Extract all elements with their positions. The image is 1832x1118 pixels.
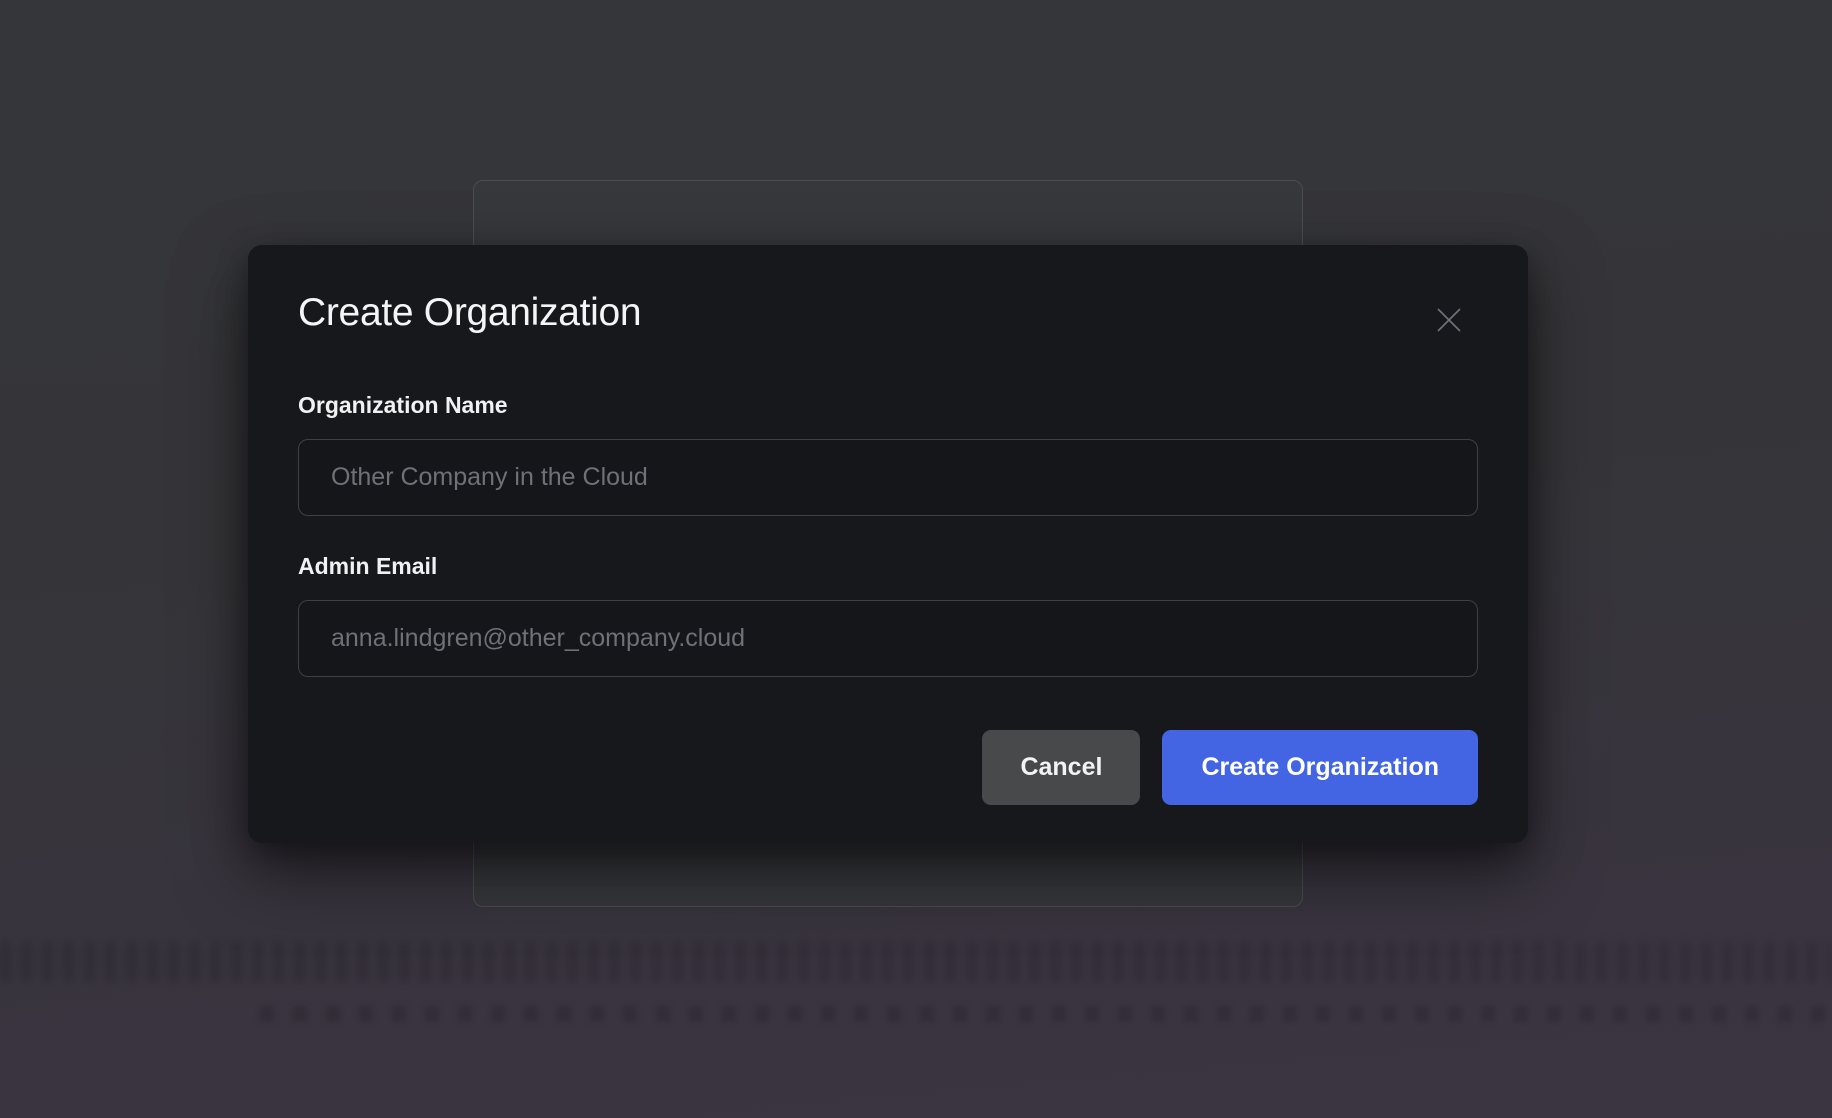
create-organization-dialog: Create Organization Organization Name Ad… [248, 245, 1528, 843]
page-background: Create Organization Organization Name Ad… [0, 0, 1832, 1118]
organization-name-label: Organization Name [298, 391, 1478, 419]
cancel-button[interactable]: Cancel [982, 730, 1140, 805]
create-organization-button[interactable]: Create Organization [1162, 730, 1478, 805]
admin-email-label: Admin Email [298, 552, 1478, 580]
dialog-footer: Cancel Create Organization [298, 730, 1478, 805]
dialog-title: Create Organization [298, 289, 1478, 337]
close-button[interactable] [1432, 303, 1466, 337]
backdrop-texture-stripes [0, 942, 1832, 982]
admin-email-field-group: Admin Email [298, 552, 1478, 677]
backdrop-texture-squares [260, 1006, 1832, 1022]
x-close-icon [1434, 305, 1464, 335]
admin-email-input[interactable] [298, 600, 1478, 677]
organization-name-field-group: Organization Name [298, 391, 1478, 516]
organization-name-input[interactable] [298, 439, 1478, 516]
